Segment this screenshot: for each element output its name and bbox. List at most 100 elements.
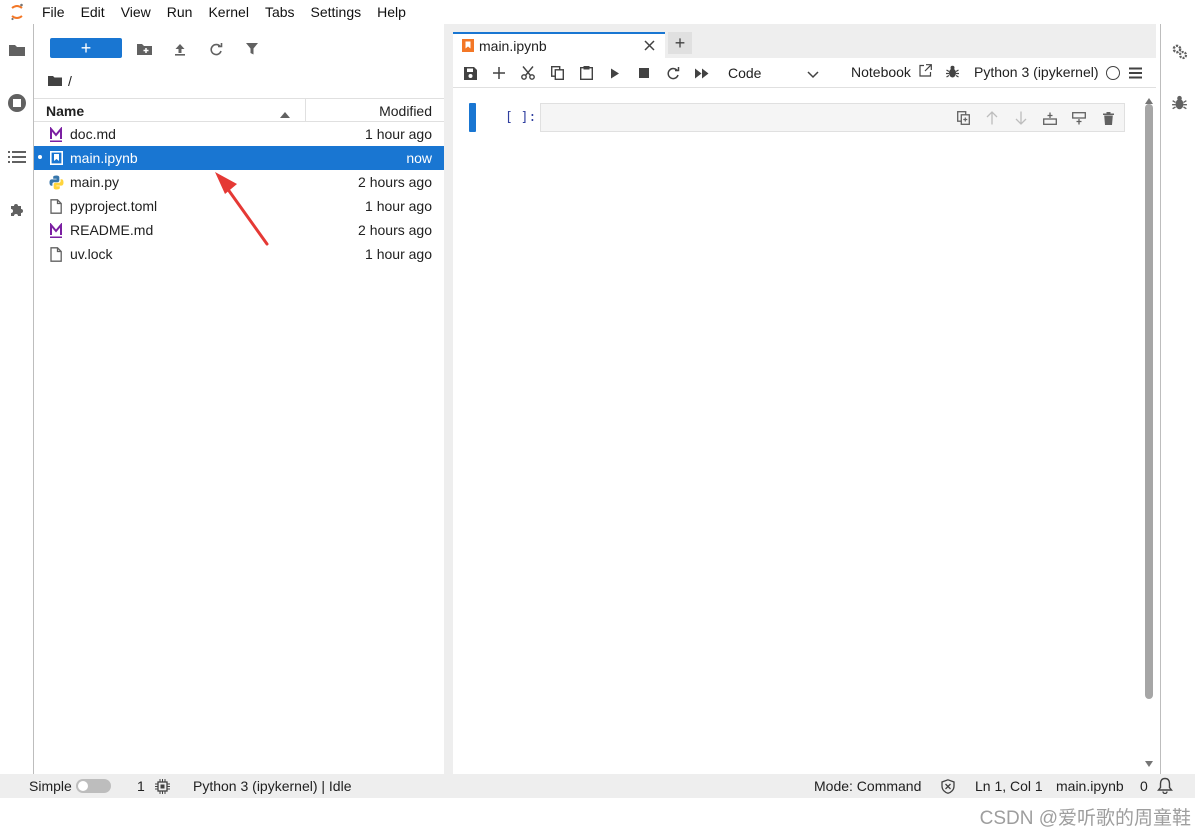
file-name: pyproject.toml <box>70 198 158 214</box>
watermark-text: CSDN @爱听歌的周童鞋 <box>979 808 1191 829</box>
file-icon <box>48 246 64 262</box>
table-of-contents-icon[interactable] <box>0 140 33 174</box>
mode-indicator[interactable]: Mode: Command <box>814 778 921 794</box>
menu-edit[interactable]: Edit <box>73 0 113 24</box>
new-folder-icon[interactable] <box>132 37 156 61</box>
bell-icon[interactable] <box>1157 777 1173 797</box>
panel-splitter[interactable] <box>444 24 453 774</box>
markdown-icon <box>48 126 64 142</box>
running-indicator <box>38 155 42 159</box>
right-activity-bar <box>1160 24 1195 774</box>
kernel-name-button[interactable]: Python 3 (ipykernel) <box>974 64 1099 80</box>
kernel-status[interactable]: Python 3 (ipykernel) | Idle <box>193 778 352 794</box>
menu-file[interactable]: File <box>34 0 73 24</box>
breadcrumb-path[interactable]: / <box>68 73 72 89</box>
menu-run[interactable]: Run <box>159 0 201 24</box>
menu-settings[interactable]: Settings <box>303 0 370 24</box>
status-bar: Simple 1 Python 3 (ipykernel) | Idle Mod… <box>0 774 1195 798</box>
add-cell-icon[interactable] <box>487 61 511 85</box>
new-tab-button[interactable]: + <box>668 32 692 54</box>
cell-input-prompt: [ ]: <box>505 110 537 125</box>
file-modified: now <box>406 150 432 166</box>
new-launcher-button[interactable]: + <box>50 38 122 58</box>
file-modified: 2 hours ago <box>358 222 432 238</box>
menu-help[interactable]: Help <box>369 0 414 24</box>
save-icon[interactable] <box>458 61 482 85</box>
code-cell-editor[interactable] <box>540 103 1125 132</box>
notebook-icon <box>462 39 474 55</box>
scroll-down-icon[interactable] <box>1145 754 1153 770</box>
cell-type-dropdown[interactable]: Code <box>723 61 819 85</box>
debugger-icon[interactable] <box>946 65 959 82</box>
filter-icon[interactable] <box>240 37 264 61</box>
file-name: main.py <box>70 174 120 190</box>
move-up-icon[interactable] <box>983 109 1001 127</box>
sort-ascending-icon[interactable] <box>280 105 290 121</box>
debugger-bug-icon[interactable] <box>1162 86 1195 120</box>
simple-mode-label: Simple <box>29 778 72 794</box>
insert-cell-above-icon[interactable] <box>1041 109 1059 127</box>
annotation-arrow-icon <box>215 172 269 246</box>
close-icon[interactable] <box>641 37 657 53</box>
notification-count[interactable]: 0 <box>1140 778 1148 794</box>
menu-tabs[interactable]: Tabs <box>257 0 303 24</box>
terminals-count[interactable]: 1 <box>137 778 145 794</box>
stop-icon[interactable] <box>632 61 656 85</box>
delete-cell-icon[interactable] <box>1099 109 1117 127</box>
paste-icon[interactable] <box>574 61 598 85</box>
insert-cell-below-icon[interactable] <box>1070 109 1088 127</box>
menu-icon[interactable] <box>1129 66 1142 82</box>
home-folder-icon[interactable] <box>48 73 62 89</box>
tab-label: main.ipynb <box>479 38 547 54</box>
cell-collapser[interactable] <box>469 103 476 132</box>
duplicate-cell-icon[interactable] <box>954 109 972 127</box>
restart-icon[interactable] <box>661 61 685 85</box>
jupyter-logo-icon <box>0 0 34 24</box>
fast-forward-icon[interactable] <box>690 61 714 85</box>
python-icon <box>48 174 64 190</box>
cell-type-value: Code <box>728 65 762 81</box>
file-modified: 1 hour ago <box>365 246 432 262</box>
notebook-toolbar: Code Notebook Python 3 (ipykernel) <box>453 58 1156 88</box>
file-browser: + / Name Modified doc.md 1 hour ago main… <box>34 24 444 774</box>
file-modified: 1 hour ago <box>365 198 432 214</box>
move-down-icon[interactable] <box>1012 109 1030 127</box>
markdown-icon <box>48 222 64 238</box>
file-icon <box>48 198 64 214</box>
file-name: README.md <box>70 222 154 238</box>
menu-kernel[interactable]: Kernel <box>200 0 256 24</box>
file-modified: 2 hours ago <box>358 174 432 190</box>
running-sessions-icon[interactable] <box>0 86 33 120</box>
notebook-scrollbar[interactable] <box>1142 88 1156 768</box>
notebook-icon <box>48 150 64 166</box>
chevron-down-icon <box>807 66 819 82</box>
upload-icon[interactable] <box>168 37 192 61</box>
copy-icon[interactable] <box>545 61 569 85</box>
notebook-panel: [ ]: <box>453 88 1156 768</box>
current-filename: main.ipynb <box>1056 778 1124 794</box>
cpu-chip-icon[interactable] <box>155 779 170 797</box>
run-icon[interactable] <box>603 61 627 85</box>
file-name: main.ipynb <box>70 150 138 166</box>
scrollbar-thumb[interactable] <box>1145 104 1153 699</box>
cursor-position[interactable]: Ln 1, Col 1 <box>975 778 1043 794</box>
column-header-modified[interactable]: Modified <box>379 103 432 119</box>
toggle-knob <box>78 781 88 791</box>
file-row-doc-md[interactable]: doc.md 1 hour ago <box>34 122 444 146</box>
extensions-icon[interactable] <box>0 193 33 227</box>
folder-icon[interactable] <box>0 33 33 67</box>
menu-view[interactable]: View <box>113 0 159 24</box>
column-header-name[interactable]: Name <box>46 103 84 119</box>
simple-mode-toggle[interactable] <box>76 779 111 793</box>
cut-icon[interactable] <box>516 61 540 85</box>
trusted-shield-icon[interactable] <box>941 779 955 797</box>
menu-bar: File Edit View Run Kernel Tabs Settings … <box>0 0 1195 24</box>
refresh-icon[interactable] <box>204 37 228 61</box>
external-link-icon[interactable] <box>919 64 932 80</box>
tab-bar: main.ipynb + <box>453 24 1156 58</box>
tab-main-ipynb[interactable]: main.ipynb <box>453 32 665 58</box>
property-inspector-gear-icon[interactable] <box>1162 34 1195 68</box>
column-divider[interactable] <box>305 99 306 121</box>
open-notebook-link[interactable]: Notebook <box>851 64 911 80</box>
file-name: doc.md <box>70 126 116 142</box>
